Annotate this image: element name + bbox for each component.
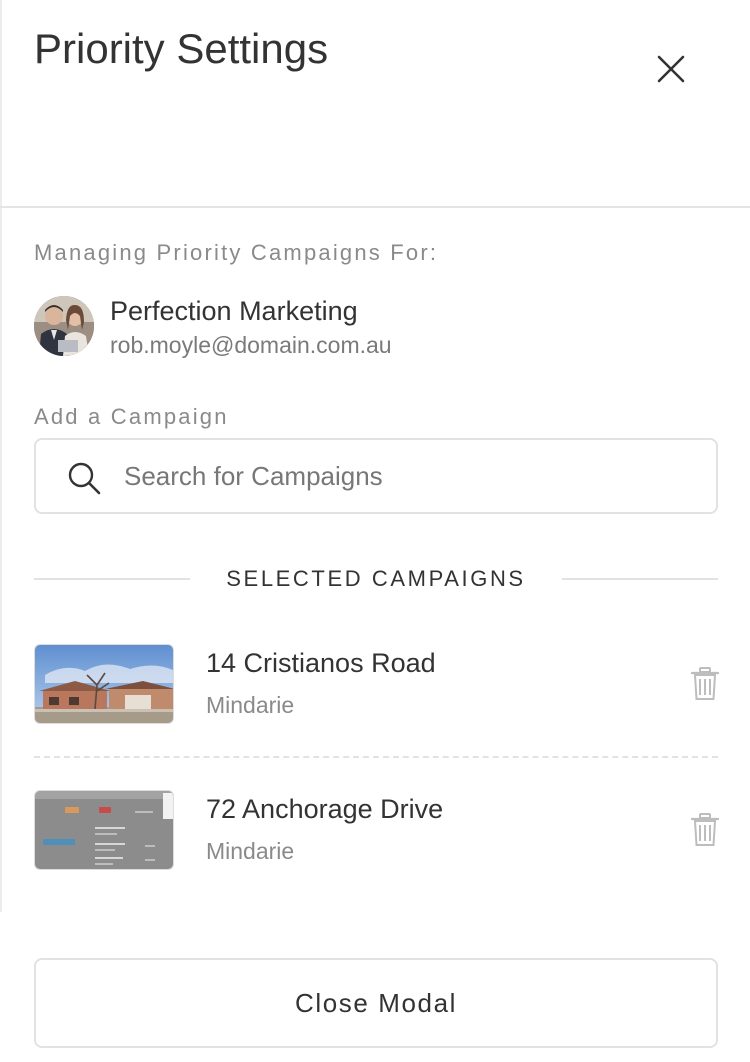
modal-title: Priority Settings <box>34 25 329 72</box>
priority-settings-modal: Priority Settings Managing Priority Camp… <box>0 0 750 1062</box>
close-icon[interactable] <box>650 48 692 90</box>
campaign-thumbnail <box>34 790 174 870</box>
account-email: rob.moyle@domain.com.au <box>110 332 392 358</box>
campaign-item: 14 Cristianos Road Mindarie <box>34 644 720 724</box>
search-icon <box>66 460 104 498</box>
campaign-search-input[interactable] <box>124 440 704 512</box>
campaign-search-box[interactable] <box>34 438 718 514</box>
divider-left <box>34 578 190 580</box>
campaign-thumbnail <box>34 644 174 724</box>
campaign-separator <box>34 756 718 758</box>
close-modal-button[interactable]: Close Modal <box>34 958 718 1048</box>
account-card: Perfection Marketing rob.moyle@domain.co… <box>34 296 634 360</box>
add-campaign-label: Add a Campaign <box>34 404 229 429</box>
avatar <box>34 296 94 356</box>
selected-campaigns-heading: SELECTED CAMPAIGNS <box>226 566 526 591</box>
campaign-title: 14 Cristianos Road <box>206 648 436 678</box>
divider-right <box>562 578 718 580</box>
delete-campaign-icon[interactable] <box>690 812 720 848</box>
managing-label: Managing Priority Campaigns For: <box>34 240 439 265</box>
campaign-suburb: Mindarie <box>206 692 295 718</box>
account-name: Perfection Marketing <box>110 296 358 326</box>
modal-header: Priority Settings <box>0 0 750 208</box>
campaign-title: 72 Anchorage Drive <box>206 794 444 824</box>
campaign-item: 72 Anchorage Drive Mindarie <box>34 790 720 870</box>
delete-campaign-icon[interactable] <box>690 666 720 702</box>
campaign-suburb: Mindarie <box>206 838 295 864</box>
